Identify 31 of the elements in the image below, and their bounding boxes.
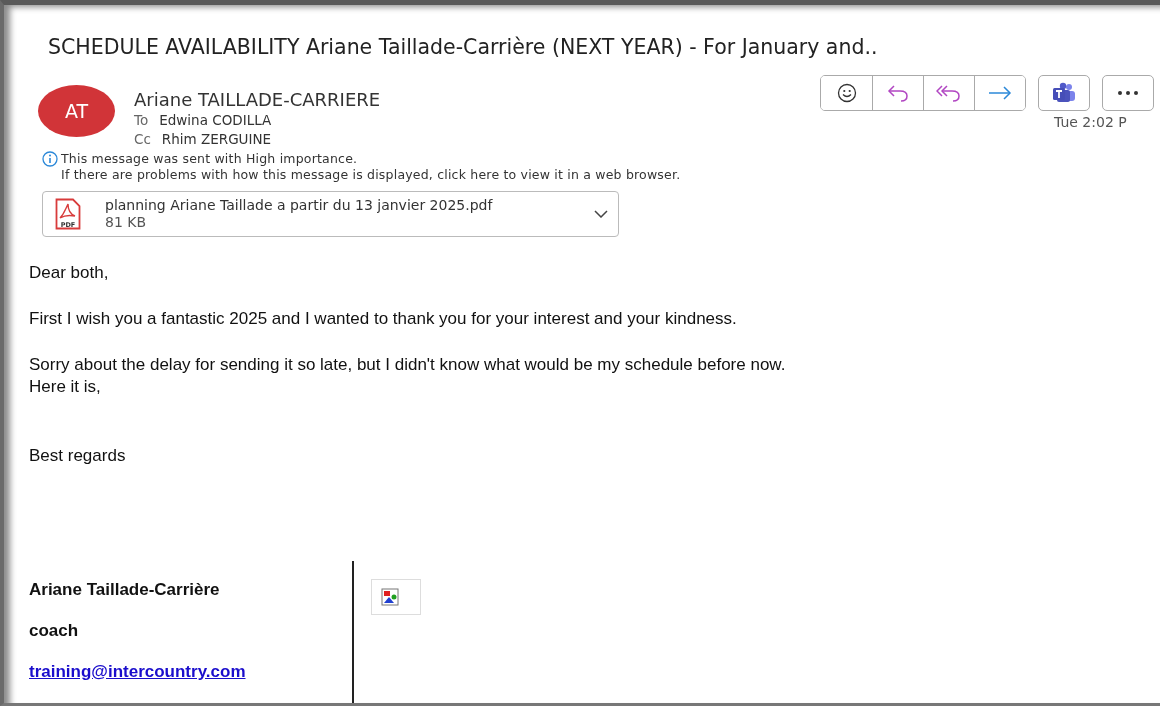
broken-image-icon	[381, 588, 399, 606]
recipient-name: Edwina CODILLA	[159, 111, 272, 130]
reply-icon	[886, 83, 910, 103]
signature-title: coach	[29, 621, 80, 641]
body-text: First I wish you a fantastic 2025 and I wanted to thank you for your interest and your kindness.	[29, 308, 738, 330]
smiley-icon	[836, 83, 857, 103]
received-time: Tue 2:02 P	[1054, 114, 1127, 130]
body-text: Here it is,	[29, 376, 102, 398]
body-text: Dear both,	[29, 262, 110, 284]
forward-button[interactable]	[974, 76, 1025, 110]
more-button[interactable]	[1102, 75, 1154, 111]
body-text: Sorry about the delay for sending it so late, but I didn't know what would be my schedule before now.	[29, 354, 787, 376]
attachment-size: 81 KB	[105, 214, 148, 231]
email-link[interactable]: training@intercountry.com	[29, 662, 246, 681]
email-subject: SCHEDULE AVAILABILITY Ariane Taillade-Carrière (NEXT YEAR) - For January and..	[47, 35, 879, 59]
more-icon	[1117, 90, 1139, 96]
sender-name: Ariane TAILLADE-CARRIERE	[134, 89, 382, 111]
reply-all-icon	[936, 83, 962, 103]
teams-button[interactable]	[1038, 75, 1090, 111]
notice-text: If there are problems with how this message is displayed, click here to view it in a web browser.	[61, 167, 681, 183]
recipient-name: Rhim ZERGUINE	[161, 130, 272, 149]
recipient-label: Cc	[134, 130, 151, 149]
recipient-label: To	[134, 111, 149, 130]
attachment-name: planning Ariane Taillade a partir du 13 janvier 2025.pdf	[105, 197, 494, 214]
sender-avatar: AT	[38, 85, 115, 137]
info-icon	[42, 151, 58, 167]
notice-text: This message was sent with High importance.	[61, 151, 358, 167]
signature-name: Ariane Taillade-Carrière	[29, 580, 221, 600]
chevron-down-icon	[594, 210, 608, 218]
teams-icon	[1052, 82, 1076, 104]
closing-text: Best regards	[29, 445, 127, 467]
